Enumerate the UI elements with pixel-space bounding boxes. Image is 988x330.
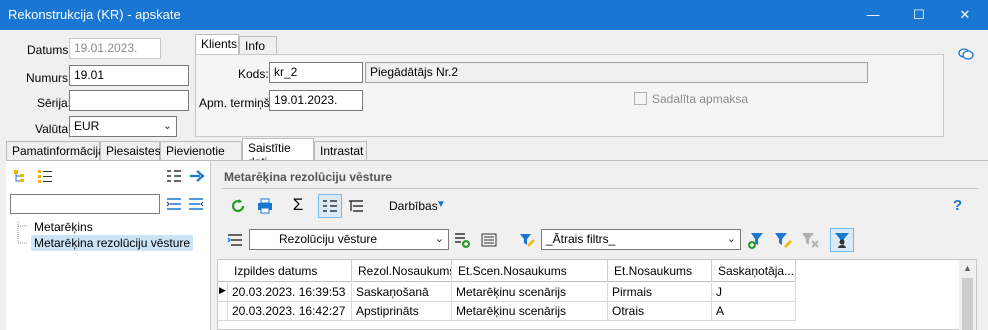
minimize-button[interactable]: —: [850, 0, 896, 30]
columns-view-icon[interactable]: [318, 194, 342, 218]
tree-item[interactable]: Metarēķins: [34, 220, 93, 234]
tree-list-icon[interactable]: [35, 166, 55, 186]
valuta-label: Valūta:: [35, 122, 72, 136]
tab-pievienotie-faili[interactable]: Pievienotie faili: [160, 141, 242, 172]
datums-field[interactable]: 19.01.2023.: [69, 38, 161, 59]
valuta-select[interactable]: EUR ⌄: [69, 116, 177, 137]
valuta-value: EUR: [74, 119, 100, 133]
window-title: Rekonstrukcija (KR) - apskate: [8, 7, 181, 22]
datums-label: Datums:: [27, 43, 72, 57]
view-settings-icon[interactable]: [225, 230, 245, 250]
table-cell[interactable]: 20.03.2023. 16:42:27: [228, 302, 352, 321]
column-header[interactable]: Rezol.Nosaukums: [352, 260, 452, 282]
caret-down-icon[interactable]: ▼: [436, 199, 446, 210]
table-cell[interactable]: 20.03.2023. 16:39:53: [228, 283, 352, 302]
column-header[interactable]: Izpildes datums: [228, 260, 352, 282]
add-filter-icon[interactable]: [746, 230, 766, 250]
edit-filter-icon[interactable]: [773, 230, 793, 250]
kods-field[interactable]: kr_2: [269, 62, 363, 83]
split-payment-label: Sadalīta apmaksa: [652, 92, 749, 106]
darbibas-menu[interactable]: Darbības: [389, 199, 438, 213]
sum-icon[interactable]: Σ: [288, 195, 308, 215]
list-view-icon[interactable]: [164, 166, 184, 186]
chevron-down-icon: ⌄: [434, 233, 444, 245]
refresh-icon[interactable]: [228, 196, 248, 216]
scrollbar-thumb[interactable]: [962, 278, 973, 330]
serija-field[interactable]: [69, 90, 189, 111]
tree-expand-icon[interactable]: [11, 166, 31, 186]
serija-label: Sērija:: [37, 96, 72, 110]
expand-all-icon[interactable]: [164, 194, 184, 214]
tree-search-input[interactable]: [10, 194, 160, 214]
quick-filter-value: _Ātrais filtrs_: [546, 232, 616, 246]
print-icon[interactable]: [255, 196, 275, 216]
term-label: Apm. termiņš:: [199, 96, 274, 110]
tab-pamatinformacija[interactable]: Pamatinformācija: [6, 141, 105, 161]
column-header[interactable]: Et.Nosaukums: [608, 260, 712, 282]
tab-klients[interactable]: Klients: [195, 34, 239, 54]
view-select-value: Rezolūciju vēsture: [279, 232, 378, 246]
tab-intrastat[interactable]: Intrastat: [314, 141, 367, 161]
user-filter-icon[interactable]: [830, 228, 854, 252]
add-view-icon[interactable]: [452, 230, 472, 250]
tree-item-selected[interactable]: Metarēķina rezolūciju vēsture: [31, 235, 194, 251]
quick-filter-select[interactable]: _Ātrais filtrs_ ⌄: [541, 229, 741, 250]
table-cell[interactable]: A: [712, 302, 796, 321]
chevron-down-icon: ⌄: [726, 233, 736, 245]
numurs-field[interactable]: 19.01: [69, 65, 189, 86]
view-list-icon[interactable]: [479, 230, 499, 250]
table-cell[interactable]: Saskaņošanā: [352, 283, 452, 302]
split-payment-checkbox[interactable]: [634, 92, 647, 105]
clear-filter-icon[interactable]: [800, 230, 820, 250]
numurs-label: Numurs:: [26, 71, 72, 85]
scroll-up-icon[interactable]: ▲: [963, 263, 972, 273]
tree-view-icon[interactable]: [346, 196, 366, 216]
row-indicator: [218, 302, 228, 321]
maximize-button[interactable]: ☐: [896, 0, 942, 30]
arrow-right-icon[interactable]: [187, 166, 207, 186]
client-name-field: Piegādātājs Nr.2: [365, 62, 868, 83]
tab-info[interactable]: Info: [239, 36, 277, 54]
table-cell[interactable]: J: [712, 283, 796, 302]
close-button[interactable]: ✕: [942, 0, 988, 30]
table-cell[interactable]: Metarēķinu scenārijs: [452, 302, 608, 321]
table-cell[interactable]: Pirmais: [608, 283, 712, 302]
section-heading: Metarēķina rezolūciju vēsture: [224, 170, 393, 184]
column-header[interactable]: Saskaņotāja...: [712, 260, 796, 282]
title-bar: Rekonstrukcija (KR) - apskate — ☐ ✕: [0, 0, 988, 30]
heading-divider: [222, 188, 979, 189]
kods-label: Kods:: [238, 67, 269, 81]
row-indicator-icon: ▶: [218, 283, 228, 302]
table-cell[interactable]: Metarēķinu scenārijs: [452, 283, 608, 302]
chat-icon[interactable]: [956, 44, 976, 64]
chevron-down-icon: ⌄: [162, 120, 172, 132]
tree-connector: [17, 222, 28, 244]
table-cell[interactable]: Apstiprināts: [352, 302, 452, 321]
term-field[interactable]: 19.01.2023.: [269, 90, 363, 111]
column-header[interactable]: Et.Scen.Nosaukums: [452, 260, 608, 282]
view-select[interactable]: Rezolūciju vēsture ⌄: [249, 229, 449, 250]
collapse-all-icon[interactable]: [186, 194, 206, 214]
help-button[interactable]: ?: [953, 197, 962, 214]
tab-saistitie-dati[interactable]: Saistītie dati: [242, 138, 314, 169]
filter-edit-icon[interactable]: [517, 230, 537, 250]
tab-piesaistes[interactable]: Piesaistes: [100, 141, 161, 161]
table-cell[interactable]: Otrais: [608, 302, 712, 321]
vertical-scrollbar[interactable]: ▲: [959, 260, 976, 330]
